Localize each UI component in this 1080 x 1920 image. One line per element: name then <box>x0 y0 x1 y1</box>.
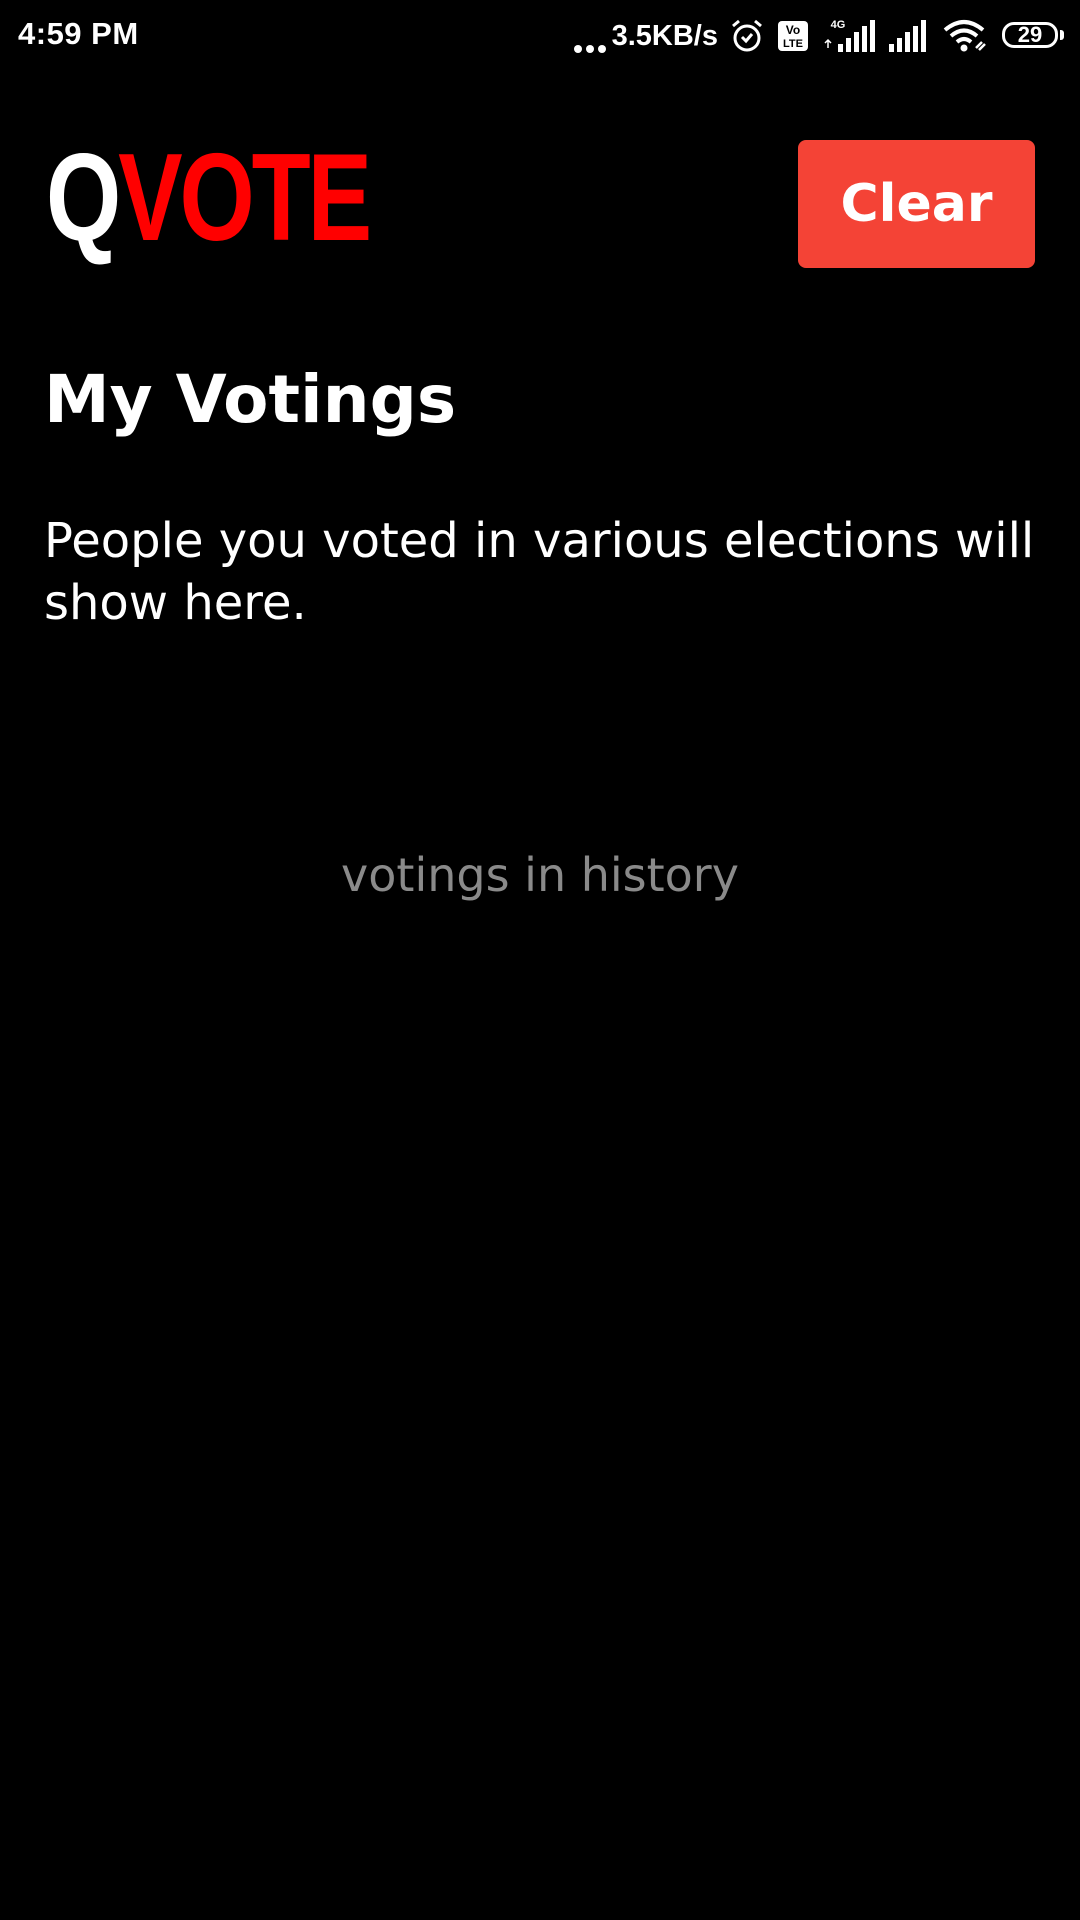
network-speed: 3.5KB/s <box>611 19 718 52</box>
app-logo: QVOTE <box>46 136 372 260</box>
clear-button[interactable]: Clear <box>798 140 1035 268</box>
page-title: My Votings <box>44 361 457 438</box>
status-bar: 4:59 PM 3.5KB/s Vo LTE 4G 29 <box>0 0 1080 72</box>
status-time: 4:59 PM <box>18 16 139 51</box>
battery-icon: 29 <box>1002 22 1064 50</box>
more-dots-icon <box>573 19 606 53</box>
wifi-icon <box>943 20 986 52</box>
alarm-icon <box>732 19 762 52</box>
svg-text:4G: 4G <box>831 19 846 31</box>
page-description: People you voted in various elections wi… <box>44 513 1035 631</box>
logo-text-vote: VOTE <box>118 129 372 267</box>
status-icons: 3.5KB/s Vo LTE 4G 29 <box>573 14 1064 58</box>
volte-icon: Vo LTE <box>778 21 808 51</box>
logo-letter-q: Q <box>46 129 121 267</box>
svg-text:Vo: Vo <box>786 23 800 37</box>
4g-signal-icon: 4G <box>824 19 875 52</box>
empty-state-text: votings in history <box>341 848 739 902</box>
signal-icon <box>889 20 926 52</box>
svg-text:LTE: LTE <box>783 38 803 50</box>
battery-level: 29 <box>1017 22 1043 47</box>
